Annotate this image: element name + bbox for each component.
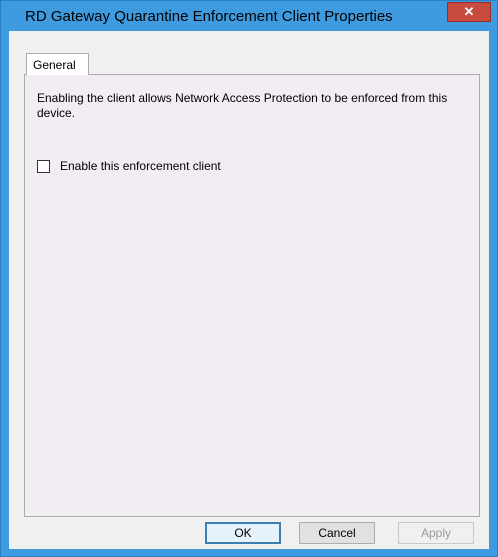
cancel-button[interactable]: Cancel xyxy=(299,522,375,544)
ok-button[interactable]: OK xyxy=(205,522,281,544)
title-bar[interactable]: RD Gateway Quarantine Enforcement Client… xyxy=(1,1,497,31)
dialog-body: General Enabling the client allows Netwo… xyxy=(9,31,489,549)
enable-client-checkbox[interactable] xyxy=(37,159,50,173)
description-text: Enabling the client allows Network Acces… xyxy=(37,91,448,120)
properties-dialog: RD Gateway Quarantine Enforcement Client… xyxy=(0,0,498,557)
enable-client-label[interactable]: Enable this enforcement client xyxy=(60,159,221,173)
window-title: RD Gateway Quarantine Enforcement Client… xyxy=(25,8,393,25)
enable-client-option[interactable]: Enable this enforcement client xyxy=(37,158,221,174)
general-tab-panel: Enabling the client allows Network Acces… xyxy=(24,74,480,517)
tab-general[interactable]: General xyxy=(26,53,89,75)
apply-button[interactable]: Apply xyxy=(398,522,474,544)
tab-general-label: General xyxy=(33,58,76,72)
close-button[interactable]: ✕ xyxy=(447,2,491,22)
close-icon: ✕ xyxy=(463,4,475,19)
